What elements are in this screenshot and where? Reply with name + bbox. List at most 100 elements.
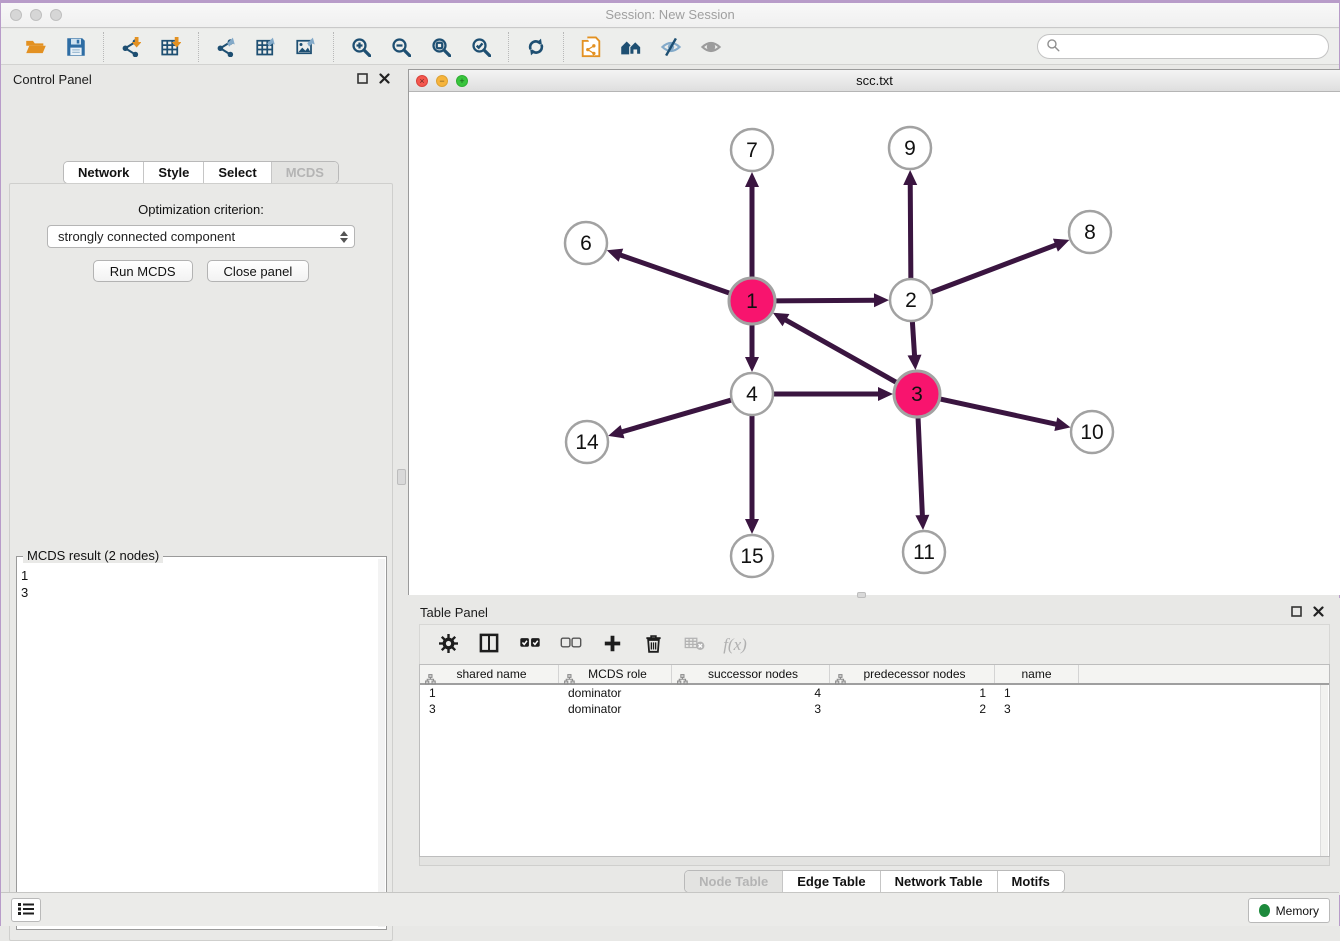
search-input[interactable] xyxy=(1065,39,1328,54)
window-titlebar: Session: New Session xyxy=(1,3,1339,28)
edge-3-11[interactable] xyxy=(918,415,923,518)
graph-node-label-6: 6 xyxy=(580,232,592,255)
tab-node-table[interactable]: Node Table xyxy=(685,871,783,892)
mcds-result-list[interactable]: 13 xyxy=(21,567,377,927)
result-scrollbar[interactable] xyxy=(378,559,385,927)
refresh-icon xyxy=(526,37,546,57)
search-icon xyxy=(1046,38,1060,55)
zoom-out-button[interactable] xyxy=(384,32,418,62)
add-row-button[interactable] xyxy=(599,632,625,658)
network-window-titlebar[interactable]: × − + scc.txt xyxy=(409,70,1340,92)
task-list-icon xyxy=(17,901,35,920)
column-header-label: predecessor nodes xyxy=(863,667,965,681)
graph-node-label-9: 9 xyxy=(904,137,916,160)
tab-mcds[interactable]: MCDS xyxy=(272,162,338,183)
home-neighbors-button[interactable] xyxy=(614,32,648,62)
cell-MCDS-role[interactable]: dominator xyxy=(559,701,672,717)
tab-network[interactable]: Network xyxy=(64,162,144,183)
edge-3-1[interactable] xyxy=(783,319,898,384)
deselect-all-button[interactable] xyxy=(558,632,584,658)
zoom-in-icon xyxy=(351,37,371,57)
memory-button[interactable]: Memory xyxy=(1248,898,1330,923)
edge-2-9[interactable] xyxy=(910,182,911,281)
select-all-button[interactable] xyxy=(517,632,543,658)
mcds-result-line: 3 xyxy=(21,584,377,601)
save-session-button[interactable] xyxy=(59,32,93,62)
network-window-title: scc.txt xyxy=(409,73,1340,88)
close-panel-button[interactable]: Close panel xyxy=(207,260,310,282)
zoom-selected-button[interactable] xyxy=(464,32,498,62)
tab-select[interactable]: Select xyxy=(204,162,271,183)
table-row[interactable]: 3dominator323 xyxy=(420,701,1329,717)
gear-button[interactable] xyxy=(435,632,461,658)
run-mcds-button[interactable]: Run MCDS xyxy=(93,260,193,282)
tab-edge-table[interactable]: Edge Table xyxy=(783,871,880,892)
column-header-MCDS-role[interactable]: MCDS role xyxy=(559,665,672,683)
column-header-successor-nodes[interactable]: successor nodes xyxy=(672,665,830,683)
import-network-button[interactable] xyxy=(114,32,148,62)
tab-network-table[interactable]: Network Table xyxy=(881,871,998,892)
column-view-button[interactable] xyxy=(476,632,502,658)
graph-node-label-2: 2 xyxy=(905,289,917,312)
table-horizontal-scrollbar[interactable] xyxy=(419,857,1330,866)
cell-successor-nodes[interactable]: 4 xyxy=(672,685,830,701)
open-file-button[interactable] xyxy=(19,32,53,62)
tab-style[interactable]: Style xyxy=(144,162,204,183)
float-panel-icon[interactable] xyxy=(356,72,369,85)
cell-successor-nodes[interactable]: 3 xyxy=(672,701,830,717)
optimization-select[interactable]: strongly connected component xyxy=(47,225,355,248)
column-header-name[interactable]: name xyxy=(995,665,1079,683)
close-table-panel-icon[interactable] xyxy=(1312,605,1325,618)
close-panel-icon[interactable] xyxy=(378,72,391,85)
cell-name[interactable]: 1 xyxy=(995,685,1079,701)
control-panel-title: Control Panel xyxy=(13,72,92,87)
vertical-splitter-handle[interactable] xyxy=(397,469,406,485)
cell-shared-name[interactable]: 1 xyxy=(420,685,559,701)
refresh-button[interactable] xyxy=(519,32,553,62)
export-table-button[interactable] xyxy=(249,32,283,62)
edge-arrowhead-4-14 xyxy=(608,425,624,438)
table-row[interactable]: 1dominator411 xyxy=(420,685,1329,701)
optimization-value: strongly connected component xyxy=(58,229,340,244)
zoom-selected-icon xyxy=(471,37,491,57)
column-header-shared-name[interactable]: shared name xyxy=(420,665,559,683)
cell-MCDS-role[interactable]: dominator xyxy=(559,685,672,701)
import-network-icon xyxy=(121,37,141,57)
zoom-fit-icon xyxy=(431,37,451,57)
zoom-fit-button[interactable] xyxy=(424,32,458,62)
window-title: Session: New Session xyxy=(1,7,1339,22)
hide-selected-icon xyxy=(660,37,682,57)
edge-2-8[interactable] xyxy=(929,244,1058,293)
edge-2-3[interactable] xyxy=(912,319,914,358)
import-table-icon xyxy=(161,37,181,57)
task-history-button[interactable] xyxy=(11,898,41,922)
table-vertical-scrollbar[interactable] xyxy=(1320,685,1328,856)
edge-1-6[interactable] xyxy=(618,254,732,294)
main-toolbar xyxy=(1,29,1339,65)
zoom-in-button[interactable] xyxy=(344,32,378,62)
tab-motifs[interactable]: Motifs xyxy=(998,871,1064,892)
cell-predecessor-nodes[interactable]: 2 xyxy=(830,701,995,717)
copy-network-button[interactable] xyxy=(574,32,608,62)
gear-icon xyxy=(439,634,458,656)
cell-predecessor-nodes[interactable]: 1 xyxy=(830,685,995,701)
hide-selected-button[interactable] xyxy=(654,32,688,62)
float-table-panel-icon[interactable] xyxy=(1290,605,1303,618)
search-box[interactable] xyxy=(1037,34,1329,59)
show-all-button[interactable] xyxy=(694,32,728,62)
export-image-button[interactable] xyxy=(289,32,323,62)
network-graph[interactable]: 7968124314101511 xyxy=(409,92,1340,595)
network-canvas[interactable]: 7968124314101511 xyxy=(409,92,1340,595)
edge-1-2[interactable] xyxy=(773,300,877,301)
edge-arrowhead-2-9 xyxy=(903,170,917,185)
mcds-result-box: MCDS result (2 nodes) 13 xyxy=(16,556,387,930)
edge-4-14[interactable] xyxy=(620,399,734,432)
cell-name[interactable]: 3 xyxy=(995,701,1079,717)
import-table-button[interactable] xyxy=(154,32,188,62)
delete-row-button[interactable] xyxy=(640,632,666,658)
column-header-predecessor-nodes[interactable]: predecessor nodes xyxy=(830,665,995,683)
export-network-button[interactable] xyxy=(209,32,243,62)
cell-shared-name[interactable]: 3 xyxy=(420,701,559,717)
node-table[interactable]: shared nameMCDS rolesuccessor nodes prede… xyxy=(419,664,1330,857)
edge-3-10[interactable] xyxy=(938,398,1059,424)
